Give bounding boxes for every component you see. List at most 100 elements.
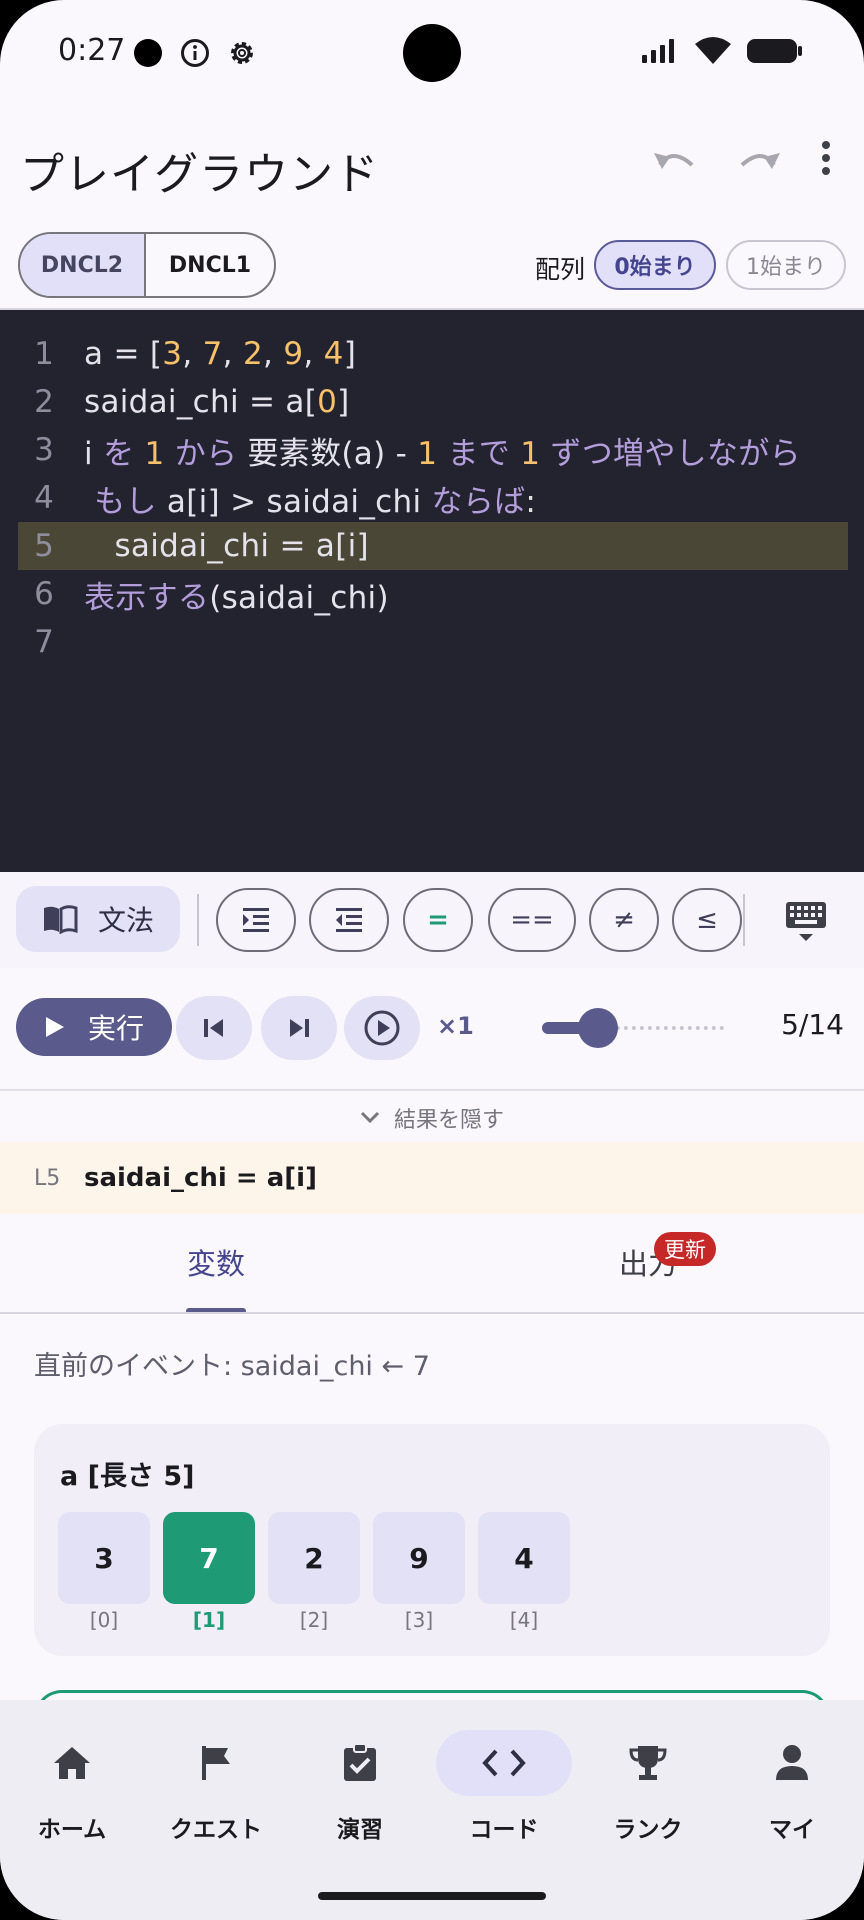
nav-home[interactable]: ホーム <box>0 1730 144 1844</box>
indent-button[interactable] <box>216 888 296 952</box>
appbar-actions <box>652 140 832 176</box>
array-cell-highlighted: 7 <box>163 1512 255 1604</box>
signal-icon <box>642 39 674 63</box>
toolbar-divider <box>197 894 199 946</box>
bottom-navigation: ホーム クエスト 演習 コード ランク マイ <box>0 1700 864 1920</box>
step-counter: 5/14 <box>781 1008 844 1041</box>
current-line-number: L5 <box>34 1165 61 1191</box>
line-number: 6 <box>34 576 54 612</box>
dncl2-option[interactable]: DNCL2 <box>20 234 146 296</box>
code-line: 3 i を 1 から 要素数(a) - 1 まで 1 ずつ増やしながら <box>18 426 848 474</box>
last-event-text: 直前のイベント: saidai_chi ← 7 <box>34 1351 430 1382</box>
array-card: a [長さ 5] 3 7 2 9 4 [0] [1] [2] [3] [4] <box>34 1424 830 1656</box>
grammar-label: 文法 <box>97 904 154 937</box>
code-text: i を 1 から 要素数(a) - 1 まで 1 ずつ増やしながら <box>84 435 801 472</box>
run-button[interactable]: 実行 <box>16 998 172 1056</box>
code-line: 2 saidai_chi = a[0] <box>18 378 848 426</box>
gesture-home-bar <box>318 1892 546 1900</box>
code-icon <box>436 1730 572 1796</box>
nav-rank[interactable]: ランク <box>576 1730 720 1844</box>
indent-icon <box>243 908 269 932</box>
line-number: 4 <box>34 480 54 516</box>
one-based-chip[interactable]: 1始まり <box>726 240 846 290</box>
dncl1-option[interactable]: DNCL1 <box>146 234 274 296</box>
array-index: [3] <box>404 1608 434 1632</box>
front-camera <box>403 24 461 82</box>
code-line: 4 もし a[i] > saidai_chi ならば: <box>18 474 848 522</box>
code-editor[interactable]: 1 a = [3, 7, 2, 9, 4] 2 saidai_chi = a[0… <box>0 310 864 872</box>
divider <box>0 1089 864 1091</box>
status-icons <box>640 36 804 66</box>
assign-symbol-button[interactable]: = <box>403 888 473 952</box>
editor-toolbar: 文法 = == ≠ ≤ <box>0 872 864 968</box>
code-line: 1 a = [3, 7, 2, 9, 4] <box>18 330 848 378</box>
code-text: もし a[i] > saidai_chi ならば: <box>94 483 537 520</box>
array-index-label: 配列 <box>535 255 586 284</box>
nav-label: マイ <box>769 1817 815 1843</box>
grammar-button[interactable]: 文法 <box>16 886 180 952</box>
code-text: 表示する(saidai_chi) <box>84 579 389 616</box>
person-icon <box>724 1730 860 1796</box>
redo-icon[interactable] <box>736 143 782 173</box>
skip-next-icon <box>290 1019 309 1037</box>
array-cell: 4 <box>478 1512 570 1604</box>
code-text: a = [3, 7, 2, 9, 4] <box>84 336 357 372</box>
step-forward-button[interactable] <box>261 996 337 1060</box>
chevron-down-icon <box>360 1111 380 1124</box>
clipboard-check-icon <box>292 1730 428 1796</box>
code-line-current: 5 saidai_chi = a[i] <box>18 522 848 570</box>
array-index-highlighted: [1] <box>192 1608 226 1632</box>
nav-label: クエスト <box>170 1817 262 1843</box>
home-icon <box>4 1730 140 1796</box>
array-cell: 2 <box>268 1512 360 1604</box>
outdent-icon <box>336 908 362 932</box>
trophy-icon <box>580 1730 716 1796</box>
code-text: saidai_chi = a[0] <box>84 384 350 420</box>
current-line-code: saidai_chi = a[i] <box>84 1163 317 1193</box>
hide-results-toggle[interactable]: 結果を隠す <box>0 1100 864 1136</box>
nav-my[interactable]: マイ <box>720 1730 864 1844</box>
nav-label: ホーム <box>37 1817 107 1843</box>
notification-dot-icon <box>133 38 163 68</box>
undo-icon[interactable] <box>652 143 698 173</box>
nav-code[interactable]: コード <box>432 1730 576 1844</box>
speed-label[interactable]: ×1 <box>437 1012 474 1040</box>
status-bar: 0:27 <box>0 0 864 110</box>
equals-symbol-button[interactable]: == <box>488 888 576 952</box>
zero-based-chip[interactable]: 0始まり <box>594 240 716 290</box>
array-index: [0] <box>89 1608 119 1632</box>
line-number: 7 <box>34 624 54 660</box>
more-vert-icon[interactable] <box>820 140 832 176</box>
step-slider-thumb[interactable] <box>578 1008 618 1048</box>
wifi-icon <box>695 37 731 64</box>
line-number: 1 <box>34 336 54 372</box>
update-badge: 更新 <box>654 1232 716 1266</box>
code-line: 7 <box>18 618 848 666</box>
tab-output[interactable]: 出力 <box>432 1214 864 1310</box>
array-index: [2] <box>299 1608 329 1632</box>
nav-practice[interactable]: 演習 <box>288 1730 432 1844</box>
autoplay-button[interactable] <box>344 996 420 1060</box>
play-circle-icon <box>364 1010 400 1046</box>
array-index: [4] <box>509 1608 539 1632</box>
keyboard-toggle-icon[interactable] <box>784 900 828 948</box>
nav-label: コード <box>469 1817 539 1843</box>
not-equal-symbol-button[interactable]: ≠ <box>589 888 659 952</box>
line-number: 3 <box>34 432 54 468</box>
page-title: プレイグラウンド <box>20 149 380 200</box>
less-equal-symbol-button[interactable]: ≤ <box>672 888 742 952</box>
tab-variables[interactable]: 変数 <box>0 1214 432 1310</box>
play-icon <box>45 1017 64 1037</box>
line-number: 2 <box>34 384 54 420</box>
language-segmented-control: DNCL2 DNCL1 <box>18 232 276 298</box>
phone-screen: 0:27 プレイグラウンド DNCL2 DNCL1 配列 0始まり 1始まり 1… <box>0 0 864 1920</box>
nav-label: ランク <box>613 1817 683 1843</box>
outdent-button[interactable] <box>309 888 389 952</box>
nav-quest[interactable]: クエスト <box>144 1730 288 1844</box>
settings-gear-icon <box>227 38 257 68</box>
step-back-button[interactable] <box>176 996 252 1060</box>
skip-previous-icon <box>204 1019 223 1037</box>
status-time: 0:27 <box>58 33 126 68</box>
result-tabs: 変数 出力 更新 <box>0 1214 864 1314</box>
run-label: 実行 <box>87 1012 144 1045</box>
